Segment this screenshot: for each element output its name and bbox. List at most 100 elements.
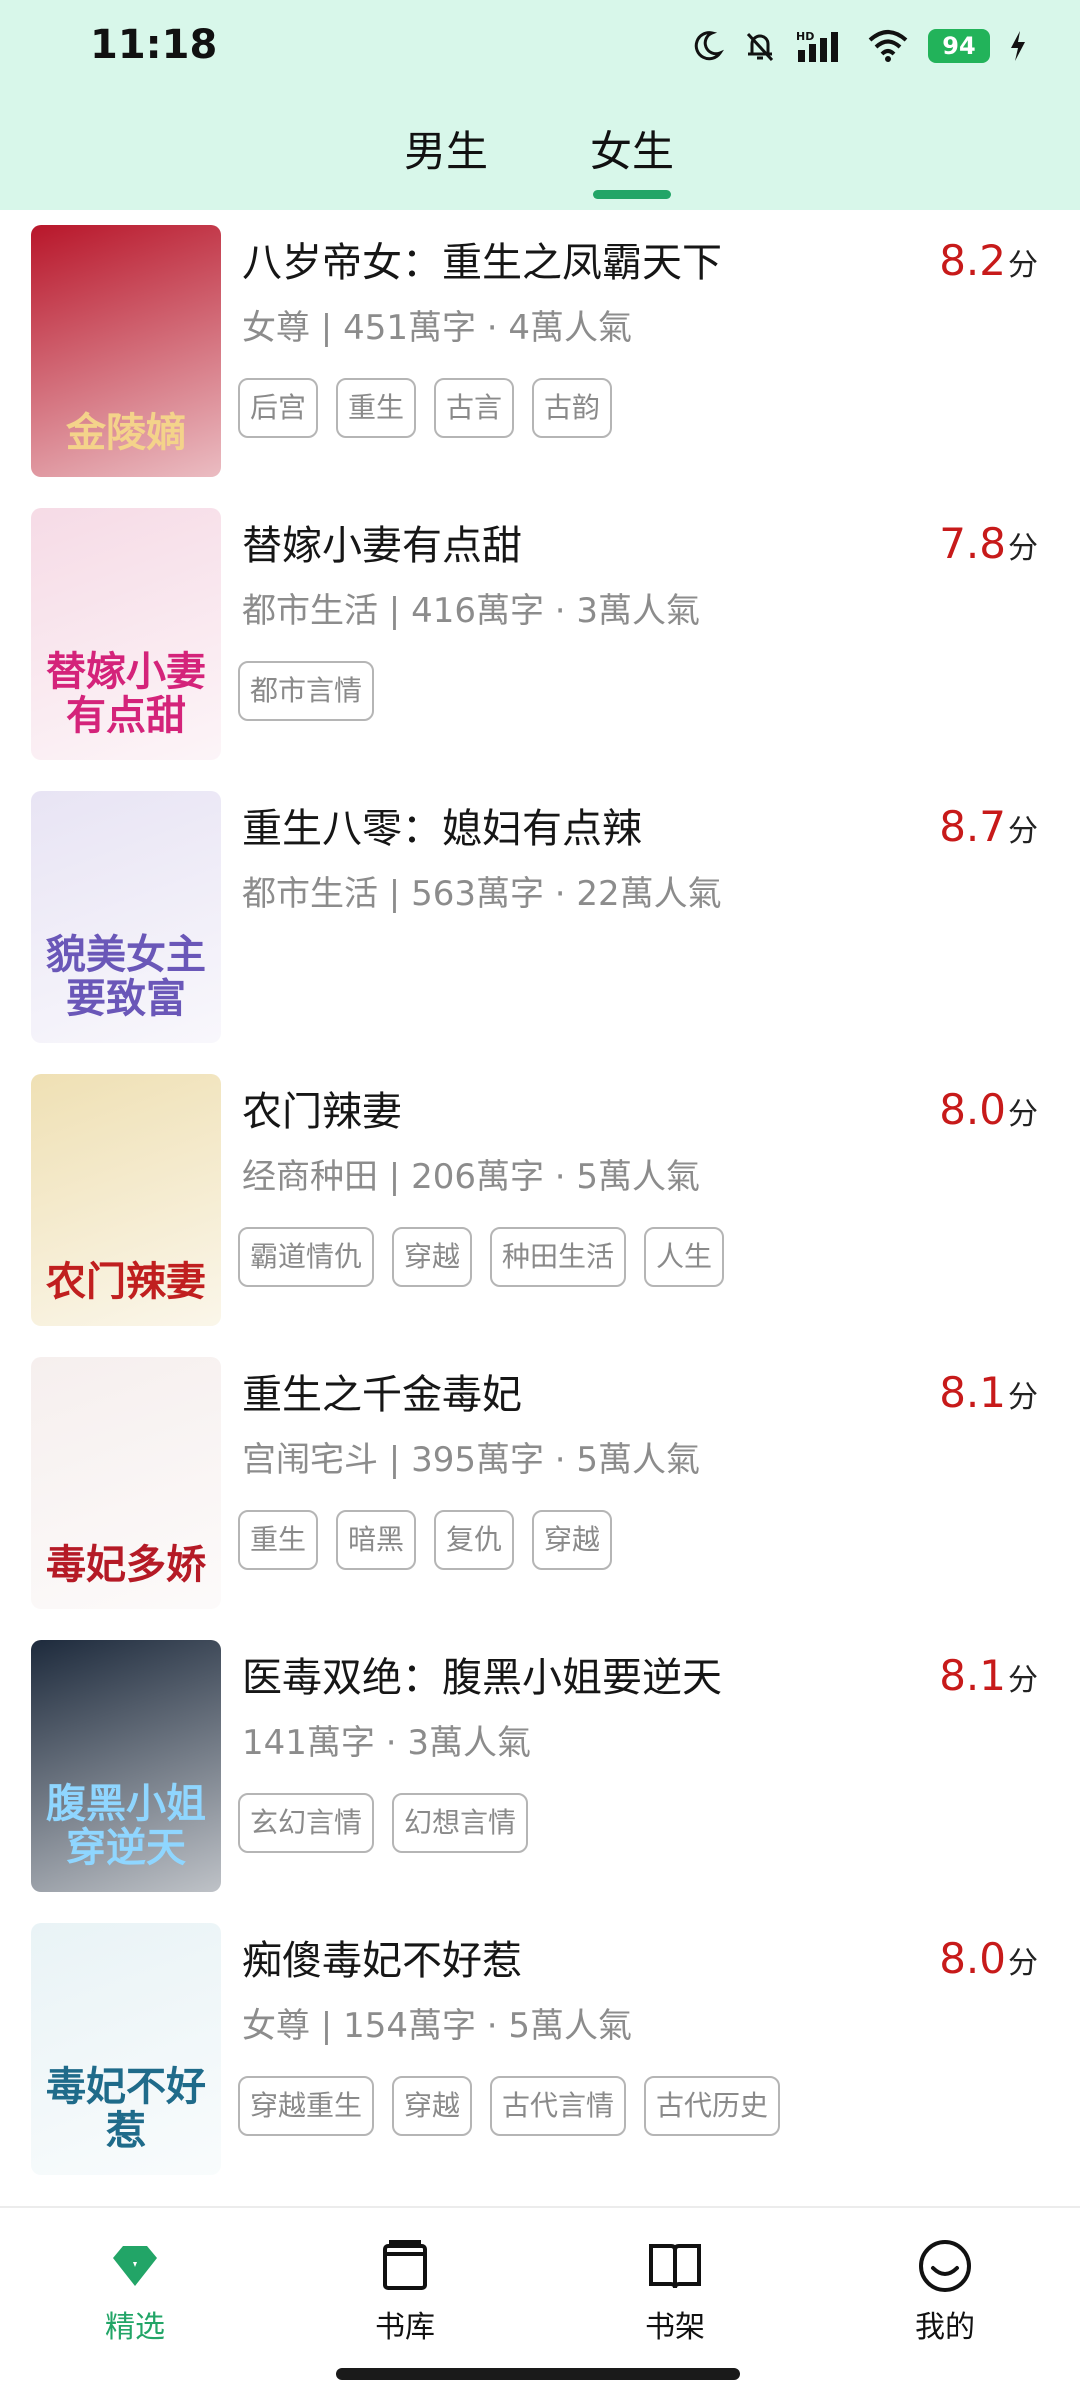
book-tag[interactable]: 暗黑 xyxy=(336,1510,417,1570)
book-tag[interactable]: 都市言情 xyxy=(238,661,375,721)
book-cover[interactable]: 毒妃多娇 xyxy=(31,1357,221,1609)
cover-title-art: 替嫁小妻有点甜 xyxy=(46,648,206,739)
book-title[interactable]: 痴傻毒妃不好惹 xyxy=(242,1928,522,1986)
book-tag[interactable]: 古韵 xyxy=(532,378,613,438)
book-title[interactable]: 重生八零：媳妇有点辣 xyxy=(242,796,642,854)
book-tag[interactable]: 穿越 xyxy=(392,2076,473,2136)
nav-item-profile[interactable]: 我的 xyxy=(875,2236,1015,2346)
book-cover[interactable]: 貌美女主要致富 xyxy=(31,791,221,1043)
book-tag[interactable]: 幻想言情 xyxy=(392,1793,529,1853)
book-meta: 经商种田 | 206萬字 · 5萬人氣 xyxy=(242,1157,701,1197)
book-tags: 重生 暗黑 复仇 穿越 xyxy=(238,1510,613,1570)
score-value: 8.0 xyxy=(939,1934,1006,1983)
book-list-item[interactable]: 腹黑小姐穿逆天 医毒双绝：腹黑小姐要逆天 141萬字 · 3萬人氣 8.1分玄幻言情幻… xyxy=(0,1625,1080,1908)
nav-label: 精选 xyxy=(105,2310,165,2345)
book-tag[interactable]: 穿越 xyxy=(532,1510,613,1570)
cover-title-art: 貌美女主要致富 xyxy=(46,931,206,1022)
nav-item-library[interactable]: 书库 xyxy=(335,2236,475,2346)
score-value: 7.8 xyxy=(939,519,1006,568)
book-list-item[interactable]: 农门辣妻 农门辣妻 经商种田 | 206萬字 · 5萬人氣 8.0分 霸道情仇 穿越 种田生… xyxy=(0,1059,1080,1342)
book-tag[interactable]: 古代历史 xyxy=(644,2076,781,2136)
smiley-icon xyxy=(919,2240,971,2292)
book-tags: 都市言情 xyxy=(238,661,375,721)
score-unit: 分 xyxy=(1008,248,1038,283)
book-cover[interactable]: 腹黑小姐穿逆天 xyxy=(31,1640,221,1892)
book-score: 7.8分 xyxy=(939,519,1038,568)
nav-label: 书架 xyxy=(645,2310,705,2345)
book-tag[interactable]: 穿越 xyxy=(392,1227,473,1287)
book-tag[interactable]: 古言 xyxy=(434,378,515,438)
book-tag[interactable]: 人生 xyxy=(644,1227,725,1287)
book-title[interactable]: 医毒双绝：腹黑小姐要逆天 xyxy=(242,1645,722,1703)
book-score: 8.7分 xyxy=(939,802,1038,851)
signal-icon: HD xyxy=(796,30,838,62)
active-tab-indicator xyxy=(593,190,671,199)
book-title[interactable]: 重生之千金毒妃 xyxy=(242,1362,522,1420)
cover-title-art: 腹黑小姐穿逆天 xyxy=(46,1780,206,1871)
book-meta: 都市生活 | 416萬字 · 3萬人氣 xyxy=(242,591,701,631)
nav-item-bookshelf[interactable]: 书架 xyxy=(605,2236,745,2346)
score-unit: 分 xyxy=(1008,1097,1038,1132)
bell-off-icon xyxy=(746,32,774,62)
book-tag[interactable]: 后宫 xyxy=(238,378,319,438)
book-list-item[interactable]: 替嫁小妻有点甜 替嫁小妻有点甜 都市生活 | 416萬字 · 3萬人氣 7.8分 都市言… xyxy=(0,493,1080,776)
cover-title-art: 毒妃多娇 xyxy=(46,1541,206,1588)
book-tag[interactable]: 玄幻言情 xyxy=(238,1793,375,1853)
book-score: 8.2分 xyxy=(939,236,1038,285)
library-icon xyxy=(383,2240,427,2290)
book-meta: 141萬字 · 3萬人氣 xyxy=(242,1723,531,1763)
tab-male[interactable]: 男生 xyxy=(404,118,488,179)
book-tag[interactable]: 重生 xyxy=(238,1510,319,1570)
book-title[interactable]: 八岁帝女：重生之凤霸天下 xyxy=(242,230,722,288)
book-tag[interactable]: 复仇 xyxy=(434,1510,515,1570)
nav-label: 书库 xyxy=(375,2310,435,2345)
book-tag[interactable]: 霸道情仇 xyxy=(238,1227,375,1287)
score-value: 8.2 xyxy=(939,236,1006,285)
book-cover[interactable]: 替嫁小妻有点甜 xyxy=(31,508,221,760)
book-title[interactable]: 替嫁小妻有点甜 xyxy=(242,513,522,571)
book-cover[interactable]: 毒妃不好惹 xyxy=(31,1923,221,2175)
nav-label: 我的 xyxy=(915,2310,975,2345)
score-unit: 分 xyxy=(1008,1380,1038,1415)
book-score: 8.0分 xyxy=(939,1934,1038,1983)
book-list-item[interactable]: 金陵嫡 八岁帝女：重生之凤霸天下女尊 | 451萬字 · 4萬人氣 8.2分后宫 重生… xyxy=(0,210,1080,493)
book-tags: 霸道情仇 穿越 种田生活 人生 xyxy=(238,1227,725,1287)
status-time: 11:18 xyxy=(90,22,218,68)
book-tags: 玄幻言情 幻想言情 xyxy=(238,1793,529,1853)
book-score: 8.0分 xyxy=(939,1085,1038,1134)
book-list-item[interactable]: 貌美女主要致富 重生八零：媳妇有点辣都市生活 | 563萬字 · 22萬人氣 8.7… xyxy=(0,776,1080,1059)
score-unit: 分 xyxy=(1008,531,1038,566)
tab-female[interactable]: 女生 xyxy=(590,118,674,179)
cover-title-art: 农门辣妻 xyxy=(46,1258,206,1305)
gem-icon xyxy=(113,2246,157,2286)
book-score: 8.1分 xyxy=(939,1368,1038,1417)
score-value: 8.7 xyxy=(939,802,1006,851)
book-tags: 穿越重生 穿越 古代言情 古代历史 xyxy=(238,2076,781,2136)
book-meta: 都市生活 | 563萬字 · 22萬人氣 xyxy=(242,874,722,914)
nav-item-featured[interactable]: 精选 xyxy=(65,2236,205,2346)
battery-indicator: 94 xyxy=(928,29,990,63)
network-label: HD xyxy=(796,30,814,43)
book-cover[interactable]: 金陵嫡 xyxy=(31,225,221,477)
book-tag[interactable]: 古代言情 xyxy=(490,2076,627,2136)
book-meta: 女尊 | 154萬字 · 5萬人氣 xyxy=(242,2006,633,2046)
wifi-icon xyxy=(868,30,908,62)
book-list-item[interactable]: 毒妃多娇 重生之千金毒妃 宫闱宅斗 | 395萬字 · 5萬人氣 8.1分 重生 暗黑 复仇… xyxy=(0,1342,1080,1625)
book-meta: 女尊 | 451萬字 · 4萬人氣 xyxy=(242,308,633,348)
book-cover[interactable]: 农门辣妻 xyxy=(31,1074,221,1326)
status-icons: HD 94 xyxy=(690,22,1028,70)
book-tag[interactable]: 重生 xyxy=(336,378,417,438)
bottom-navigation: 精选 书库 书架 我的 xyxy=(0,2206,1080,2400)
score-value: 8.1 xyxy=(939,1651,1006,1700)
score-unit: 分 xyxy=(1008,814,1038,849)
status-bar: 11:18 HD 94 xyxy=(0,0,1080,92)
book-tag[interactable]: 穿越重生 xyxy=(238,2076,375,2136)
header: 11:18 HD 94 男生 女生 xyxy=(0,0,1080,210)
book-list-item[interactable]: 毒妃不好惹 痴傻毒妃不好惹 女尊 | 154萬字 · 5萬人氣 8.0分 穿越重生 穿越古… xyxy=(0,1908,1080,2191)
book-title[interactable]: 农门辣妻 xyxy=(242,1079,402,1137)
score-unit: 分 xyxy=(1008,1663,1038,1698)
book-tag[interactable]: 种田生活 xyxy=(490,1227,627,1287)
gender-tabs: 男生 女生 xyxy=(0,108,1080,208)
moon-icon xyxy=(694,31,724,61)
home-indicator[interactable] xyxy=(336,2368,740,2380)
